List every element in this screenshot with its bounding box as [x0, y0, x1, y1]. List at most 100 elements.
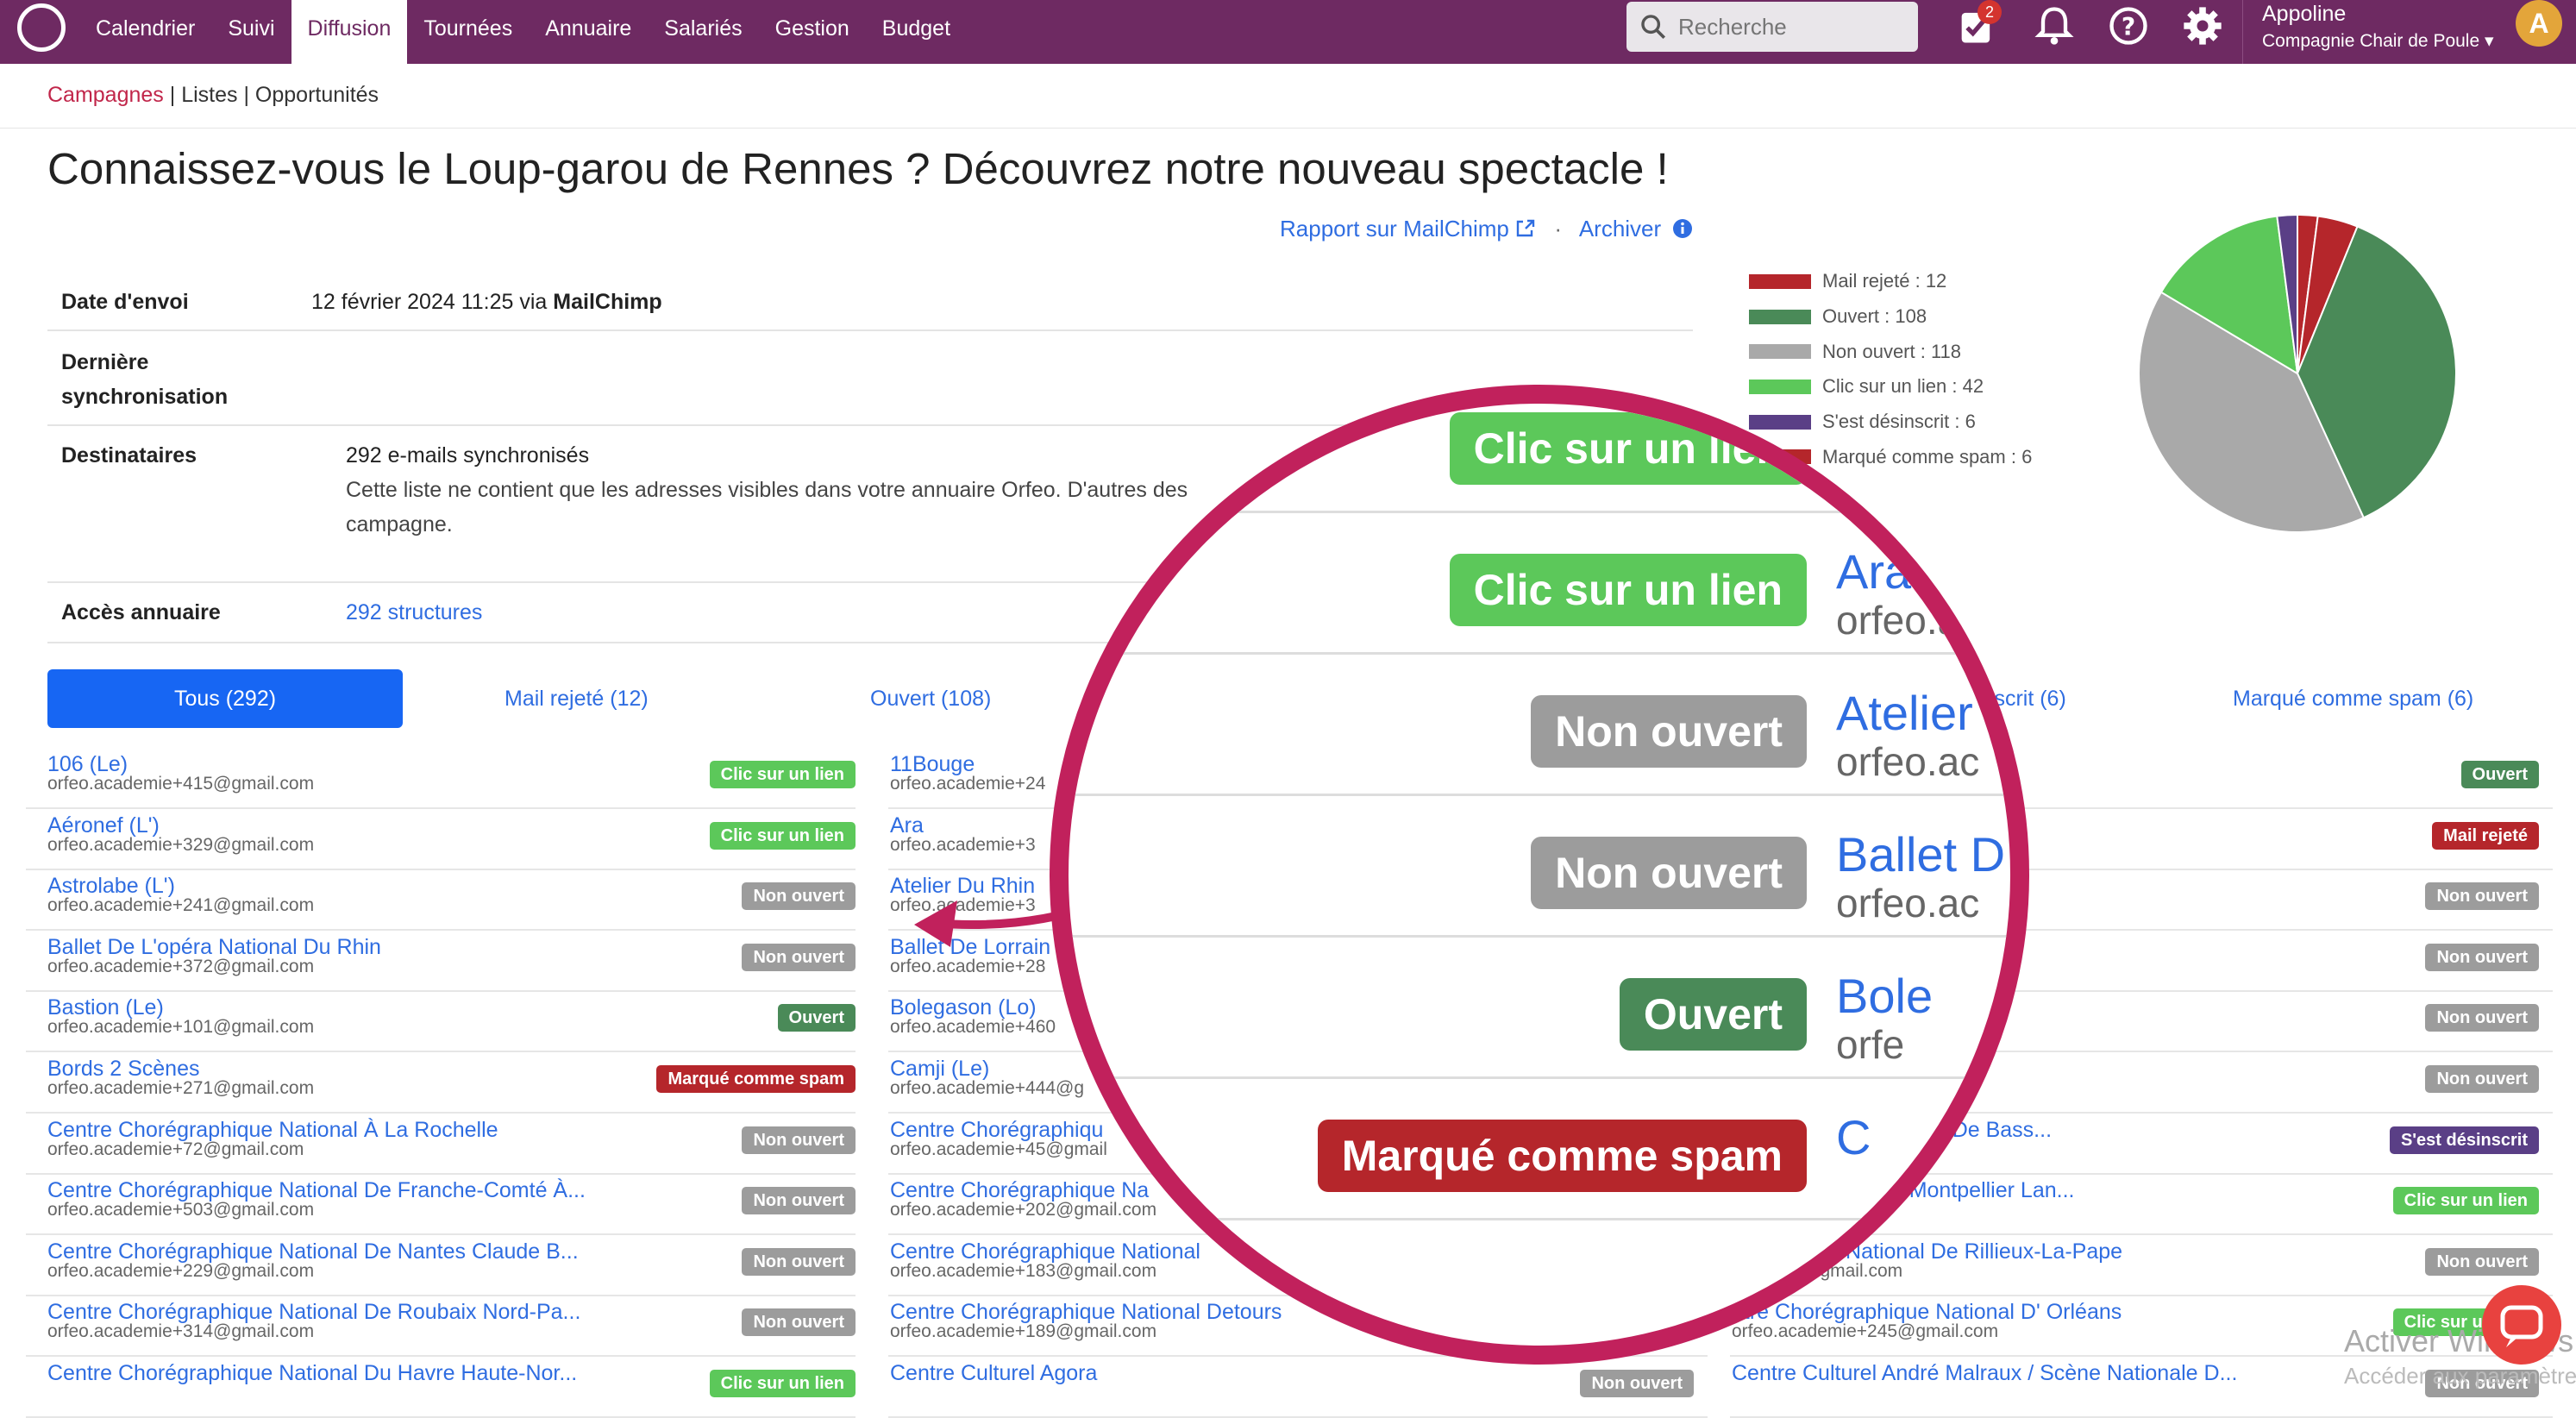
status-badge: Ouvert: [2460, 761, 2539, 788]
structure-name-link[interactable]: Centre Chorégraphique National Detours: [890, 1300, 1282, 1324]
gear-icon[interactable]: [2180, 3, 2225, 48]
list-item[interactable]: Centre Chorégraphique National De Franch…: [26, 1173, 856, 1236]
structure-name-link[interactable]: Ara: [890, 813, 1036, 838]
list-item-text: Centre Culturel Agora: [890, 1356, 1097, 1385]
list-item[interactable]: Ballet De L'opéra National Du Rhin orfeo.…: [26, 930, 856, 992]
structure-name-link[interactable]: Bolegason (Lo): [890, 995, 1056, 1020]
structure-name-link[interactable]: Bastion (Le): [47, 995, 314, 1020]
list-item[interactable]: Centre Chorégraphique National De Nantes…: [26, 1234, 856, 1296]
list-item-text: Centre Chorégraphique National De Nantes…: [47, 1234, 579, 1280]
structure-name-link[interactable]: 106 (Le): [47, 752, 314, 776]
structure-name-link[interactable]: 11Bouge: [890, 752, 1045, 776]
list-item-text: Centre Chorégraphique National Detours or…: [890, 1295, 1282, 1340]
zoomed-status-badge: Clic sur un lien: [1449, 554, 1807, 626]
structure-name-link[interactable]: Aéronef (L'): [47, 813, 314, 838]
chevron-down-icon: ▾: [2485, 31, 2494, 51]
zoomed-status-badge: Ouvert: [1619, 978, 1807, 1051]
status-badge: Non ouvert: [2425, 1247, 2539, 1276]
legend-label: Non ouvert : 118: [1822, 340, 1962, 362]
structure-email: orfeo.academie+183@gmail.com: [890, 1260, 1157, 1281]
list-item-text: Bastion (Le) orfeo.academie+101@gmail.com: [47, 990, 314, 1036]
tab-4[interactable]: Marqué comme spam (6): [2233, 669, 2473, 728]
nav-item-3[interactable]: Tournées: [407, 0, 529, 64]
list-item-text: Aéronef (L') orfeo.academie+329@gmail.com: [47, 808, 314, 854]
list-item-text: 106 (Le) orfeo.academie+415@gmail.com: [47, 747, 315, 794]
nav-item-7[interactable]: Budget: [866, 0, 967, 64]
status-badge: Clic sur un lien: [709, 761, 856, 788]
tab-0[interactable]: Tous (292): [47, 669, 403, 728]
legend-item: Non ouvert : 118: [1749, 334, 2032, 369]
mailchimp-report-link[interactable]: Rapport sur MailChimp: [1280, 216, 1509, 242]
status-badge: Non ouvert: [2425, 1004, 2539, 1032]
legend-swatch: [1749, 273, 1811, 289]
structure-name-link[interactable]: Centre Culturel Agora: [890, 1361, 1097, 1385]
zoomed-structure-email: orfeo.a: [1836, 598, 1960, 643]
user-menu[interactable]: Appoline Compagnie Chair de Poule ▾: [2242, 0, 2494, 64]
list-item[interactable]: Aéronef (L') orfeo.academie+329@gmail.com…: [26, 808, 856, 870]
structure-name-link[interactable]: Centre Chorégraphique National De Franch…: [47, 1178, 586, 1202]
zoomed-status-badge: Non ouvert: [1531, 837, 1807, 909]
structure-name-link[interactable]: Centre Chorégraphique National Du Havre …: [47, 1361, 577, 1385]
legend-item: Ouvert : 108: [1749, 299, 2032, 335]
structure-name-link[interactable]: Camji (Le): [890, 1057, 1084, 1081]
top-navigation-bar: Calendrier Suivi Diffusion Tournées Annuaire…: [0, 0, 2576, 64]
status-badge: Clic sur un lien: [709, 821, 856, 850]
nav-item-0[interactable]: Calendrier: [79, 0, 211, 64]
directory-link[interactable]: 292 structures: [346, 595, 482, 630]
nav-item-6[interactable]: Gestion: [759, 0, 866, 64]
structure-name-link[interactable]: ntre Chorégraphique National D' Orléans: [1732, 1300, 2122, 1324]
zoomed-list-item: Non ouvert Atelier orfeo.ac: [1069, 652, 2010, 796]
structure-name-link[interactable]: Centre Chorégraphique National De Nantes…: [47, 1239, 579, 1264]
info-icon: [1673, 219, 1693, 238]
status-badge: Marqué comme spam: [656, 1065, 856, 1093]
list-item[interactable]: Centre Culturel Agora Non ouvert: [888, 1356, 1708, 1418]
status-pie-chart: [2138, 213, 2457, 533]
structure-name-link[interactable]: Centre Chorégraphique National: [890, 1239, 1200, 1264]
list-item-text: Centre Chorégraphique National À La Roch…: [47, 1113, 498, 1158]
user-name: Appoline: [2262, 2, 2347, 26]
structure-email: orfeo.academie+189@gmail.com: [890, 1321, 1157, 1342]
structure-name-link[interactable]: Centre Chorégraphique National À La Roch…: [47, 1118, 498, 1142]
nav-item-4[interactable]: Annuaire: [529, 0, 648, 64]
subnav-campaigns[interactable]: Campagnes: [47, 83, 164, 107]
list-item-text: Centre Chorégraphique National De Franch…: [47, 1173, 586, 1219]
structure-name-link[interactable]: Centre Chorégraphique National De Roubai…: [47, 1300, 580, 1324]
structure-name-link[interactable]: Centre Culturel André Malraux / Scène Na…: [1732, 1361, 2237, 1385]
chat-button[interactable]: [2482, 1285, 2561, 1365]
structure-name-link[interactable]: Ballet De L'opéra National Du Rhin: [47, 935, 381, 959]
zoomed-status-badge: Clic sur un lien: [1449, 412, 1807, 485]
list-item[interactable]: Astrolabe (L') orfeo.academie+241@gmail.c…: [26, 869, 856, 932]
search-box[interactable]: [1626, 2, 1918, 52]
subnav-opportunities[interactable]: Opportunités: [255, 83, 379, 107]
structure-name-link[interactable]: Bords 2 Scènes: [47, 1057, 314, 1081]
zoomed-structure-name: C: [1836, 1110, 1871, 1164]
zoomed-structure-email: orfeo.ac: [1836, 881, 1980, 925]
nav-item-2[interactable]: Diffusion: [291, 0, 408, 64]
list-item[interactable]: Bords 2 Scènes orfeo.academie+271@gmail.c…: [26, 1051, 856, 1114]
orfeo-logo-icon[interactable]: [17, 3, 66, 52]
nav-item-1[interactable]: Suivi: [211, 0, 291, 64]
structure-email: orfeo.academie+3: [890, 834, 1036, 855]
svg-text:?: ?: [2122, 13, 2135, 41]
list-item[interactable]: Bastion (Le) orfeo.academie+101@gmail.com…: [26, 990, 856, 1053]
zoomed-structure-email: orfe: [1836, 1022, 1905, 1067]
structure-email: orfeo.academie+372@gmail.com: [47, 956, 315, 976]
archive-link[interactable]: Archiver: [1579, 216, 1661, 242]
list-item[interactable]: 106 (Le) orfeo.academie+415@gmail.com Clic…: [26, 747, 856, 809]
nav-item-5[interactable]: Salariés: [648, 0, 758, 64]
help-icon[interactable]: ?: [2106, 3, 2151, 48]
bell-icon[interactable]: [2032, 3, 2077, 48]
subnav-lists[interactable]: Listes: [181, 83, 237, 107]
status-badge: S'est désinscrit: [2389, 1126, 2539, 1154]
structure-email: orfeo.academie+415@gmail.com: [47, 774, 315, 794]
search-input[interactable]: [1677, 12, 1904, 41]
avatar[interactable]: A: [2516, 0, 2562, 47]
tab-2[interactable]: Ouvert (108): [870, 669, 991, 728]
structure-name-link[interactable]: Astrolabe (L'): [47, 874, 314, 898]
tab-1[interactable]: Mail rejeté (12): [505, 669, 649, 728]
list-item-text: Ballet De L'opéra National Du Rhin orfeo.…: [47, 930, 381, 976]
list-item[interactable]: Centre Chorégraphique National À La Roch…: [26, 1113, 856, 1175]
list-item[interactable]: Centre Chorégraphique National De Roubai…: [26, 1295, 856, 1358]
list-item-text: ntre Chorégraphique National D' Orléans o…: [1732, 1295, 2122, 1340]
list-item[interactable]: Centre Chorégraphique National Du Havre …: [26, 1356, 856, 1418]
